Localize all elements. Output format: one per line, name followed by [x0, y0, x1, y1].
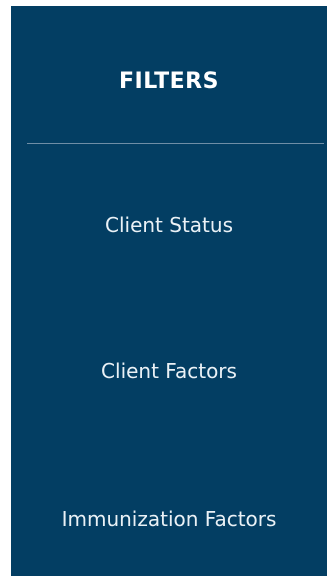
- title-divider: [27, 143, 324, 144]
- filter-client-status[interactable]: Client Status: [11, 203, 327, 247]
- panel-title: FILTERS: [119, 69, 219, 94]
- filter-immunization-factors[interactable]: Immunization Factors: [11, 497, 327, 541]
- filters-panel: FILTERS Client Status Client Factors Imm…: [11, 6, 327, 576]
- filter-client-factors[interactable]: Client Factors: [11, 349, 327, 393]
